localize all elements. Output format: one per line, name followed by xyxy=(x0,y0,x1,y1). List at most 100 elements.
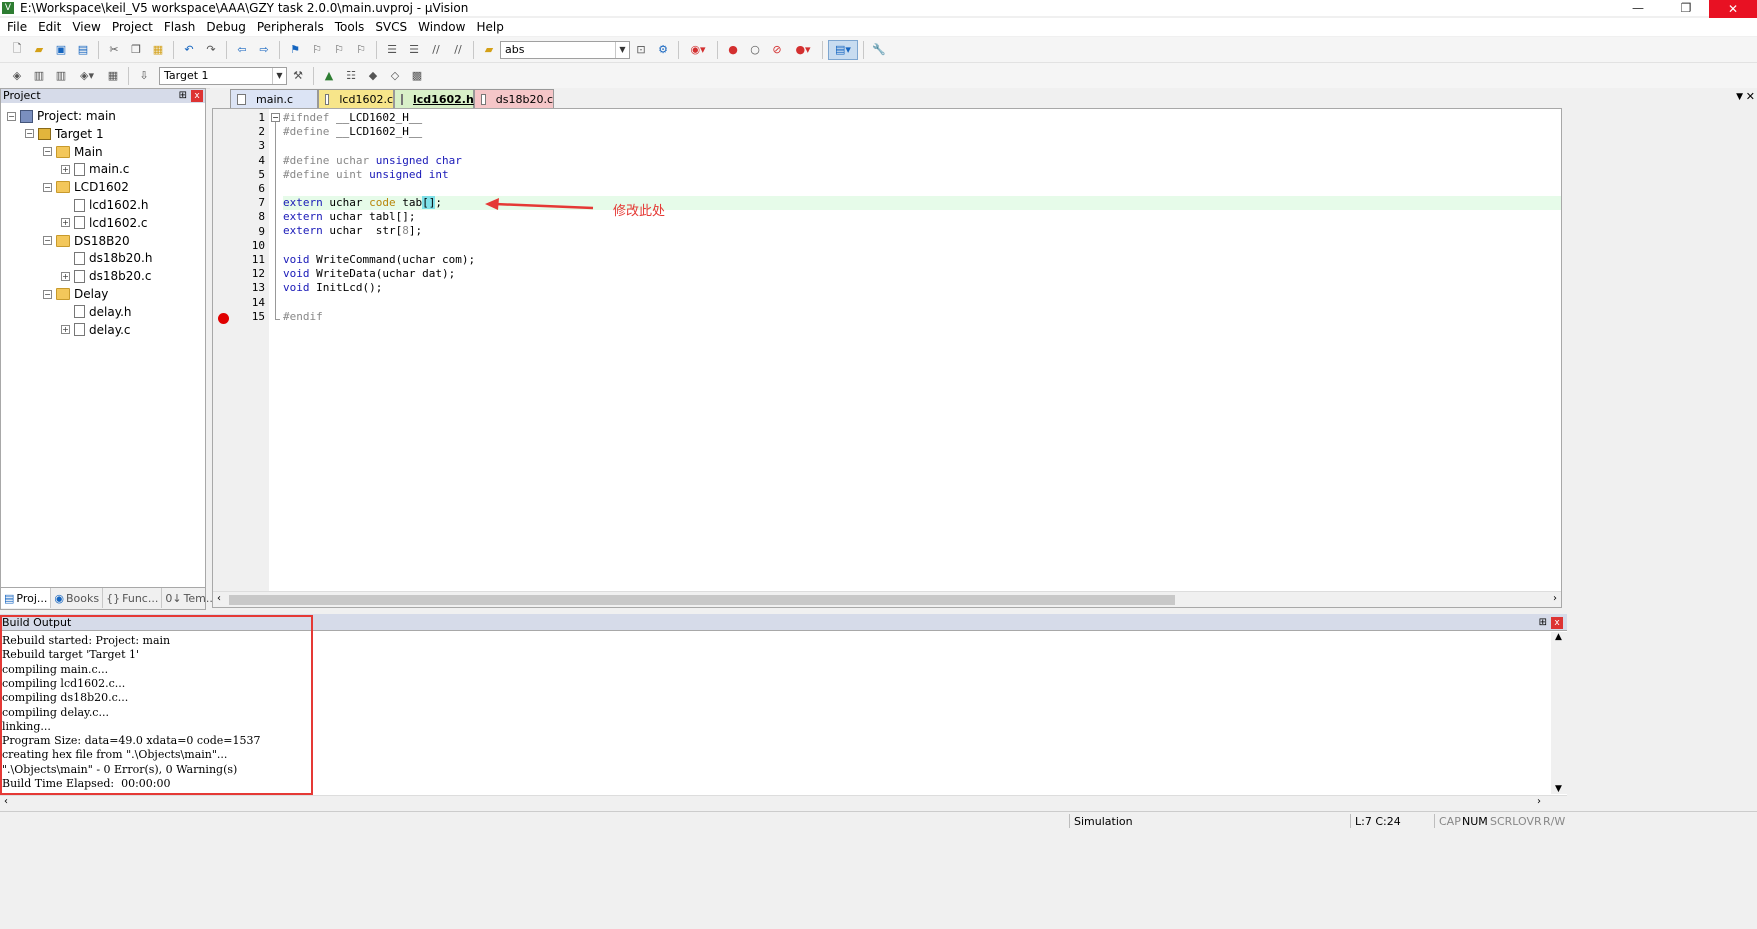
save-all-button[interactable]: ▤ xyxy=(73,40,93,60)
close-panel-button[interactable]: x xyxy=(1551,617,1563,629)
cut-button[interactable]: ✂ xyxy=(104,40,124,60)
tree-item[interactable]: + main.c xyxy=(61,160,129,178)
download-button[interactable]: ⇩ xyxy=(134,66,154,86)
expand-icon[interactable]: + xyxy=(61,271,70,281)
kill-all-breakpoints-button[interactable]: ●▾ xyxy=(789,40,817,60)
editor-horizontal-scrollbar[interactable]: ‹ › xyxy=(213,591,1561,607)
build-output-vertical-scrollbar[interactable]: ▲ ▼ xyxy=(1551,632,1567,794)
code-editor[interactable]: 1 2 3 4 5 6 7 8 9 10 11 12 13 14 15 − #ifndef __LCD160… xyxy=(212,108,1562,608)
pin-icon[interactable]: ⊞ xyxy=(179,89,187,103)
previous-bookmark-button[interactable]: ⚐ xyxy=(307,40,327,60)
breakpoint-marker-icon[interactable] xyxy=(218,313,229,324)
insert-breakpoint-button[interactable]: ● xyxy=(723,40,743,60)
chevron-down-icon[interactable]: ▼ xyxy=(615,41,629,58)
menu-debug[interactable]: Debug xyxy=(203,20,253,34)
comment-button[interactable]: // xyxy=(426,40,446,60)
target-options-button[interactable]: ⚒ xyxy=(288,66,308,86)
tab-functions[interactable]: {} Func... xyxy=(103,588,163,608)
collapse-icon[interactable]: − xyxy=(7,111,16,121)
batch-build-button[interactable]: ◈▾ xyxy=(73,66,101,86)
collapse-icon[interactable]: − xyxy=(43,147,52,157)
tree-item[interactable]: − Project: main xyxy=(7,107,116,125)
scrollbar-thumb[interactable] xyxy=(229,595,1175,605)
navigate-back-button[interactable]: ⇦ xyxy=(232,40,252,60)
find-in-files-button[interactable]: ▰ xyxy=(479,40,499,60)
clear-bookmarks-button[interactable]: ⚐ xyxy=(351,40,371,60)
pin-icon[interactable]: ⊞ xyxy=(1539,614,1547,631)
expand-icon[interactable]: + xyxy=(61,218,70,228)
disable-all-breakpoints-button[interactable]: ⊘ xyxy=(767,40,787,60)
save-button[interactable]: ▣ xyxy=(51,40,71,60)
translate-button[interactable]: ◈ xyxy=(7,66,27,86)
scroll-left-icon[interactable]: ‹ xyxy=(4,796,8,807)
stop-build-button[interactable]: ▦ xyxy=(103,66,123,86)
minimize-button[interactable]: — xyxy=(1615,0,1661,16)
pack-installer-button[interactable]: ▩ xyxy=(407,66,427,86)
tab-ds18b20-c[interactable]: ds18b20.c xyxy=(474,89,554,108)
close-panel-button[interactable]: x xyxy=(191,90,203,102)
scroll-down-icon[interactable]: ▼ xyxy=(1555,784,1562,794)
tab-lcd1602-c[interactable]: lcd1602.c xyxy=(318,89,394,108)
close-window-button[interactable]: ✕ xyxy=(1709,0,1757,18)
menu-peripherals[interactable]: Peripherals xyxy=(254,20,332,34)
build-output-horizontal-scrollbar[interactable]: ‹ › xyxy=(0,795,1567,809)
open-file-button[interactable]: ▰ xyxy=(29,40,49,60)
manage-rte-button[interactable]: ◇ xyxy=(385,66,405,86)
new-file-button[interactable]: 🗋 xyxy=(7,40,27,60)
collapse-icon[interactable]: − xyxy=(43,236,52,246)
expand-icon[interactable]: + xyxy=(61,325,70,335)
collapse-icon[interactable]: − xyxy=(25,129,34,139)
tree-item[interactable]: ds18b20.h xyxy=(61,249,152,267)
tab-list-dropdown-icon[interactable]: ▼ xyxy=(1736,92,1743,102)
collapse-icon[interactable]: − xyxy=(43,289,52,299)
scroll-left-icon[interactable]: ‹ xyxy=(217,593,221,604)
tree-item[interactable]: − Main xyxy=(43,143,103,161)
unindent-button[interactable]: ☰ xyxy=(404,40,424,60)
menu-file[interactable]: File xyxy=(4,20,35,34)
undo-button[interactable]: ↶ xyxy=(179,40,199,60)
menu-svcs[interactable]: SVCS xyxy=(372,20,415,34)
close-editor-icon[interactable]: ✕ xyxy=(1746,90,1755,103)
menu-help[interactable]: Help xyxy=(473,20,511,34)
tab-main-c[interactable]: main.c xyxy=(230,89,318,108)
menu-tools[interactable]: Tools xyxy=(332,20,373,34)
tree-item[interactable]: lcd1602.h xyxy=(61,196,149,214)
paste-button[interactable]: ▦ xyxy=(148,40,168,60)
tree-item[interactable]: + lcd1602.c xyxy=(61,214,148,232)
insert-bookmark-button[interactable]: ⚑ xyxy=(285,40,305,60)
tree-item[interactable]: − LCD1602 xyxy=(43,178,129,196)
build-button[interactable]: ▥ xyxy=(29,66,49,86)
scroll-up-icon[interactable]: ▲ xyxy=(1555,632,1562,642)
expand-icon[interactable]: + xyxy=(61,164,70,174)
menu-window[interactable]: Window xyxy=(415,20,473,34)
redo-button[interactable]: ↷ xyxy=(201,40,221,60)
restore-button[interactable]: ❐ xyxy=(1663,0,1709,16)
line-number-gutter[interactable]: 1 2 3 4 5 6 7 8 9 10 11 12 13 14 15 xyxy=(213,109,269,591)
configuration-button[interactable]: 🔧 xyxy=(869,40,889,60)
menu-project[interactable]: Project xyxy=(109,20,161,34)
scroll-right-icon[interactable]: › xyxy=(1537,796,1541,807)
collapse-icon[interactable]: − xyxy=(43,182,52,192)
tree-item[interactable]: + delay.c xyxy=(61,321,131,339)
next-bookmark-button[interactable]: ⚐ xyxy=(329,40,349,60)
find-combo[interactable]: abs ▼ xyxy=(500,40,630,59)
tree-item[interactable]: − Target 1 xyxy=(25,125,104,143)
chevron-down-icon[interactable]: ▼ xyxy=(272,67,286,84)
target-select[interactable]: Target 1 ▼ xyxy=(159,66,287,85)
enable-breakpoint-button[interactable]: ○ xyxy=(745,40,765,60)
tab-project[interactable]: ▤ Proj... xyxy=(1,588,52,608)
window-layout-button[interactable]: ▤▾ xyxy=(828,39,858,60)
tree-item[interactable]: − DS18B20 xyxy=(43,232,130,250)
rebuild-button[interactable]: ▥ xyxy=(51,66,71,86)
fold-toggle-icon[interactable]: − xyxy=(271,113,280,122)
manage-project-items-button[interactable]: ▲ xyxy=(319,66,339,86)
tree-item[interactable]: + ds18b20.c xyxy=(61,267,151,285)
manage-multi-project-button[interactable]: ☷ xyxy=(341,66,361,86)
menu-view[interactable]: View xyxy=(69,20,108,34)
start-debug-button[interactable]: ◉▾ xyxy=(684,40,712,60)
uncomment-button[interactable]: // xyxy=(448,40,468,60)
tab-lcd1602-h[interactable]: lcd1602.h xyxy=(394,89,474,108)
menu-flash[interactable]: Flash xyxy=(161,20,203,34)
tree-item[interactable]: delay.h xyxy=(61,303,132,321)
incremental-find-button[interactable]: ⊡ xyxy=(631,40,651,60)
